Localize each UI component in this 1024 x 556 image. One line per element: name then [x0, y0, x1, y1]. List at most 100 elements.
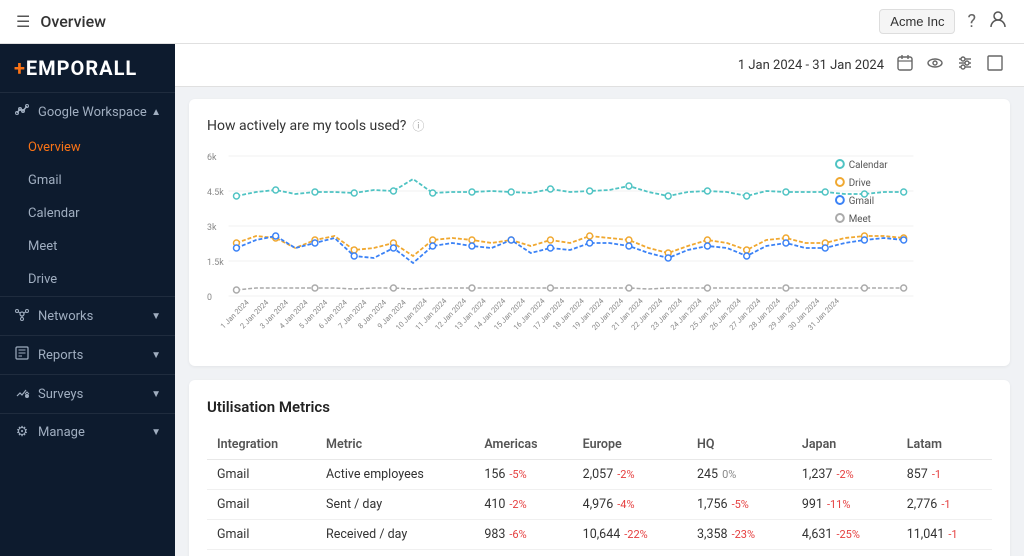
utilisation-table: Integration Metric Americas Europe HQ Ja… — [207, 430, 992, 556]
col-americas: Americas — [474, 430, 572, 460]
svg-text:0: 0 — [207, 293, 212, 303]
cell-europe: 4,976-4% — [573, 490, 687, 520]
sidebar-item-reports[interactable]: Reports ▼ — [0, 336, 175, 374]
sidebar-item-calendar[interactable]: Calendar — [0, 197, 175, 230]
logo: +EMPORALL — [0, 44, 175, 92]
expand-icon[interactable] — [986, 54, 1004, 76]
table-row: Gmail Sent / day 410-2% 4,976-4% 1,756-5… — [207, 490, 992, 520]
account-button[interactable]: Acme Inc — [879, 9, 955, 34]
chevron-up-icon: ▲ — [151, 107, 161, 118]
google-workspace-section: Google Workspace ▲ Overview Gmail Calend… — [0, 92, 175, 296]
cell-integration: Gmail — [207, 490, 316, 520]
cell-hq: 3,358-23% — [687, 520, 792, 550]
user-icon[interactable] — [988, 9, 1008, 34]
networks-section: Networks ▼ — [0, 296, 175, 335]
cell-americas: 109-3% — [474, 550, 572, 556]
cell-integration: Gmail — [207, 460, 316, 490]
sliders-icon[interactable] — [956, 54, 974, 76]
sidebar-label-manage: Manage — [38, 425, 85, 440]
sidebar-item-meet[interactable]: Meet — [0, 230, 175, 263]
cell-europe: 10,644-22% — [573, 520, 687, 550]
sidebar-item-drive[interactable]: Drive — [0, 263, 175, 296]
sidebar-item-google-workspace[interactable]: Google Workspace ▲ — [0, 93, 175, 131]
svg-text:4.5k: 4.5k — [207, 188, 224, 198]
col-latam: Latam — [897, 430, 992, 460]
topbar-right: Acme Inc ? — [879, 9, 1008, 34]
chart-title: How actively are my tools used? ⓘ — [207, 117, 992, 134]
sidebar-label-gmail: Gmail — [28, 173, 62, 188]
chart-container: 6k 4.5k 3k 1.5k 0 — [207, 148, 992, 348]
svg-text:Drive: Drive — [849, 178, 871, 189]
cell-latam: 857-1 — [897, 460, 992, 490]
workspace-icon — [14, 103, 30, 121]
cell-japan: 8330% — [792, 550, 897, 556]
table-row: Gmail Received / day 983-6% 10,644-22% 3… — [207, 520, 992, 550]
sidebar-label-google-workspace: Google Workspace — [38, 105, 147, 120]
sidebar-item-gmail[interactable]: Gmail — [0, 164, 175, 197]
calendar-icon[interactable] — [896, 54, 914, 76]
chart-card: How actively are my tools used? ⓘ 6k 4.5… — [189, 99, 1010, 366]
sidebar-label-surveys: Surveys — [38, 387, 83, 402]
sidebar-label-drive: Drive — [28, 272, 57, 287]
svg-text:3k: 3k — [207, 223, 217, 233]
cell-latam: 6870% — [897, 550, 992, 556]
sidebar-item-manage[interactable]: ⚙ Manage ▼ — [0, 414, 175, 450]
chevron-down-icon-manage: ▼ — [151, 427, 161, 438]
reports-section: Reports ▼ — [0, 335, 175, 374]
surveys-section: Surveys ▼ — [0, 374, 175, 413]
cell-europe: 2,057-2% — [573, 460, 687, 490]
svg-text:1.5k: 1.5k — [207, 258, 224, 268]
svg-text:Calendar: Calendar — [849, 160, 889, 171]
date-bar: 1 Jan 2024 - 31 Jan 2024 — [175, 44, 1024, 87]
sidebar-label-overview: Overview — [28, 140, 81, 155]
menu-icon[interactable]: ☰ — [16, 12, 30, 31]
cell-japan: 4,631-25% — [792, 520, 897, 550]
sidebar-item-surveys[interactable]: Surveys ▼ — [0, 375, 175, 413]
cell-hq: 2450% — [687, 460, 792, 490]
date-range: 1 Jan 2024 - 31 Jan 2024 — [738, 58, 884, 73]
reports-icon — [14, 346, 30, 364]
cell-japan: 991-11% — [792, 490, 897, 520]
sidebar-item-overview[interactable]: Overview — [0, 131, 175, 164]
cell-metric: Active employees — [316, 550, 474, 556]
col-japan: Japan — [792, 430, 897, 460]
eye-icon[interactable] — [926, 54, 944, 76]
cell-metric: Sent / day — [316, 490, 474, 520]
col-hq: HQ — [687, 430, 792, 460]
cell-europe: 1,5930% — [573, 550, 687, 556]
networks-icon — [14, 307, 30, 325]
cell-americas: 983-6% — [474, 520, 572, 550]
col-metric: Metric — [316, 430, 474, 460]
manage-icon: ⚙ — [14, 424, 30, 440]
svg-text:6k: 6k — [207, 153, 217, 163]
cell-americas: 156-5% — [474, 460, 572, 490]
sidebar-label-reports: Reports — [38, 348, 83, 363]
cell-japan: 1,237-2% — [792, 460, 897, 490]
cell-latam: 11,041-1 — [897, 520, 992, 550]
sidebar-label-calendar: Calendar — [28, 206, 80, 221]
help-icon[interactable]: ? — [967, 11, 976, 32]
page-title: Overview — [40, 12, 106, 31]
surveys-icon — [14, 385, 30, 403]
cell-metric: Active employees — [316, 460, 474, 490]
manage-section: ⚙ Manage ▼ — [0, 413, 175, 450]
line-chart: 6k 4.5k 3k 1.5k 0 — [207, 148, 992, 348]
sidebar-item-networks[interactable]: Networks ▼ — [0, 297, 175, 335]
table-row: Gmail Active employees 156-5% 2,057-2% 2… — [207, 460, 992, 490]
svg-text:Gmail: Gmail — [849, 196, 874, 207]
cell-integration: Calendar — [207, 550, 316, 556]
chevron-down-icon: ▼ — [151, 311, 161, 322]
table-header-row: Integration Metric Americas Europe HQ Ja… — [207, 430, 992, 460]
sidebar-label-meet: Meet — [28, 239, 57, 254]
svg-text:Meet: Meet — [849, 214, 871, 225]
cell-americas: 410-2% — [474, 490, 572, 520]
info-icon[interactable]: ⓘ — [412, 117, 424, 134]
chevron-down-icon-surveys: ▼ — [151, 389, 161, 400]
col-europe: Europe — [573, 430, 687, 460]
topbar-left: ☰ Overview — [16, 12, 106, 31]
cell-metric: Received / day — [316, 520, 474, 550]
col-integration: Integration — [207, 430, 316, 460]
sidebar: +EMPORALL Google Workspace ▲ Overview Gm… — [0, 44, 175, 556]
utilisation-title: Utilisation Metrics — [207, 398, 992, 416]
sidebar-label-networks: Networks — [38, 309, 93, 324]
